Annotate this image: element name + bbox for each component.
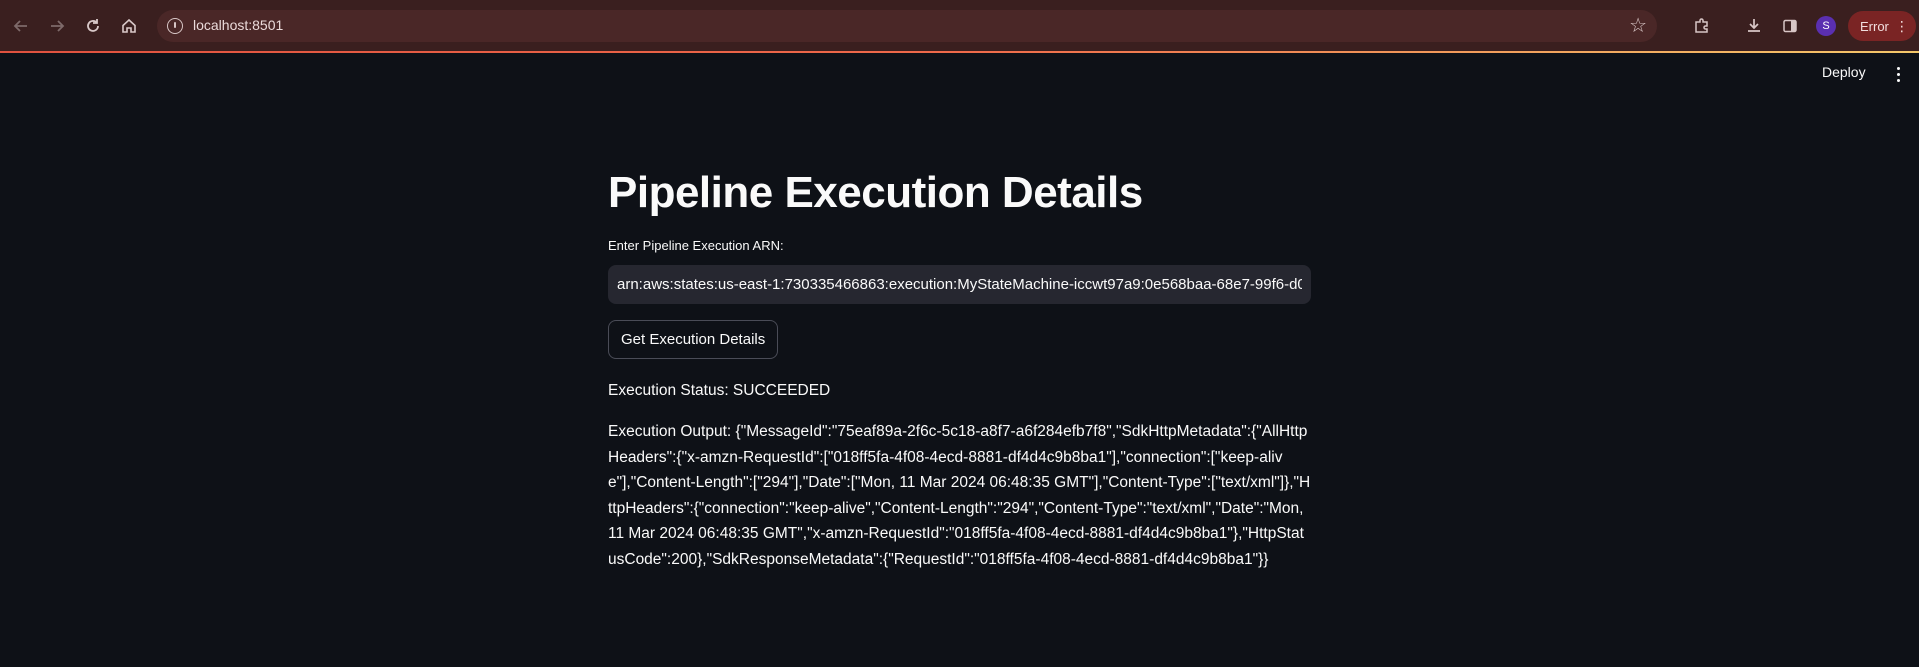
puzzle-icon (1695, 18, 1708, 33)
kebab-icon: ⋮ (1894, 17, 1909, 34)
error-label: Error (1860, 18, 1889, 34)
execution-output: Execution Output: {"MessageId":"75eaf89a… (608, 423, 1311, 568)
info-icon[interactable] (167, 18, 183, 34)
downloads-button[interactable] (1740, 12, 1768, 40)
reload-button[interactable] (79, 12, 107, 40)
arrow-right-icon (51, 20, 65, 32)
url-text[interactable]: localhost:8501 (193, 17, 283, 33)
sidebar-icon (1783, 19, 1797, 33)
execution-status: Execution Status: SUCCEEDED (608, 382, 831, 399)
browser-toolbar: localhost:8501 ☆ S Error ⋮ (0, 0, 1919, 51)
reload-icon (87, 19, 99, 32)
download-icon (1748, 19, 1760, 32)
arrow-left-icon (13, 20, 27, 32)
home-button[interactable] (115, 12, 143, 40)
deploy-button[interactable]: Deploy (1822, 64, 1866, 80)
address-bar[interactable]: localhost:8501 ☆ (157, 10, 1657, 42)
arn-field-label: Enter Pipeline Execution ARN: (608, 238, 784, 253)
kebab-icon[interactable] (1888, 62, 1908, 86)
side-panel-button[interactable] (1776, 12, 1804, 40)
page-title: Pipeline Execution Details (608, 168, 1143, 217)
browser-accent-line (0, 51, 1919, 53)
arn-input[interactable] (608, 265, 1311, 304)
get-execution-details-button[interactable]: Get Execution Details (608, 320, 779, 359)
star-icon[interactable]: ☆ (1629, 13, 1647, 38)
back-button[interactable] (7, 12, 35, 40)
avatar[interactable]: S (1816, 16, 1836, 36)
main-content: Pipeline Execution Details Enter Pipelin… (608, 165, 1311, 573)
home-icon (122, 18, 136, 33)
extensions-button[interactable] (1688, 12, 1716, 40)
error-button[interactable]: Error ⋮ (1848, 11, 1916, 41)
forward-button[interactable] (43, 12, 71, 40)
